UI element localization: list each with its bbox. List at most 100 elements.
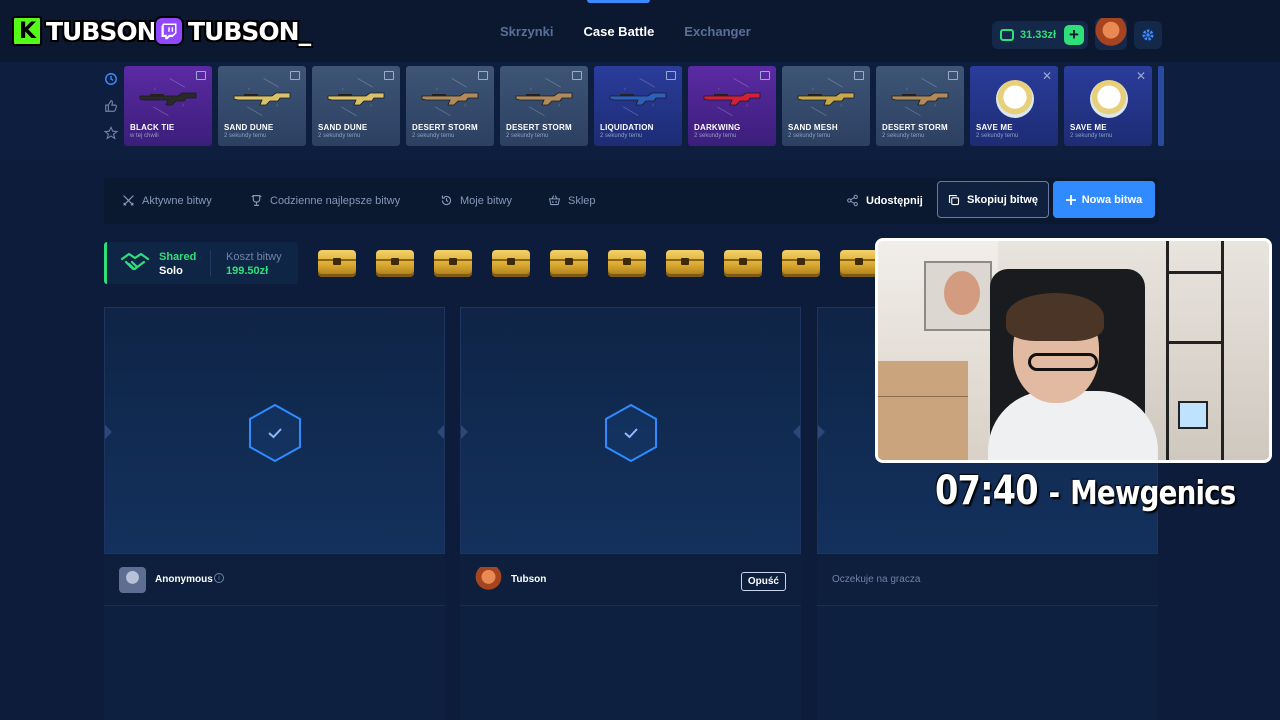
handshake-icon xyxy=(120,252,150,271)
divider xyxy=(210,250,211,276)
trophy-icon xyxy=(251,195,262,206)
plus-icon xyxy=(1065,194,1076,205)
twitch-logo-icon xyxy=(154,16,184,46)
live-drop-card[interactable]: DESERT STORM 2 sekundy temu xyxy=(406,66,494,146)
live-drop-card[interactable]: LIQUIDATION 2 sekundy temu xyxy=(594,66,682,146)
case-icon xyxy=(854,71,864,80)
live-drop-card[interactable]: BLACK TIE w tej chwili xyxy=(124,66,212,146)
wallet-balance[interactable]: 31.33zł + xyxy=(992,21,1088,49)
sticker-image xyxy=(996,80,1034,118)
drops-filter xyxy=(103,72,119,140)
live-drop-card[interactable]: SAND DUNE 2 sekundy temu xyxy=(312,66,400,146)
thumbs-up-icon[interactable] xyxy=(104,99,118,113)
avatar xyxy=(119,567,146,593)
battle-case-icon[interactable] xyxy=(492,250,530,277)
drop-time: 2 sekundy temu xyxy=(600,133,643,139)
battle-case-icon[interactable] xyxy=(840,250,878,277)
arrow-right-icon xyxy=(437,425,444,439)
tab-exchanger[interactable]: Exchanger xyxy=(684,24,750,45)
live-drop-card[interactable]: SAND DUNE 2 sekundy temu xyxy=(218,66,306,146)
tab-cases[interactable]: Skrzynki xyxy=(500,24,553,45)
drop-time: 2 sekundy temu xyxy=(318,133,361,139)
waiting-for-player: Oczekuje na gracza xyxy=(832,574,921,585)
case-icon xyxy=(196,71,206,80)
drop-item-name: SAVE ME xyxy=(1070,123,1107,132)
live-drops-track: BLACK TIE w tej chwili SAND DUNE 2 sekundy … xyxy=(124,66,1164,146)
battle-cases xyxy=(318,250,878,277)
battle-case-icon[interactable] xyxy=(434,250,472,277)
drop-time: 2 sekundy temu xyxy=(976,133,1019,139)
twitch-channel-name: TUBSON_ xyxy=(188,16,311,46)
live-drop-card[interactable]: DARKWING 2 sekundy temu xyxy=(688,66,776,146)
active-battles-link[interactable]: Aktywne bitwy xyxy=(122,194,212,207)
info-icon[interactable]: i xyxy=(214,573,224,583)
battle-case-icon[interactable] xyxy=(724,250,762,277)
webcam-overlay xyxy=(875,238,1272,463)
close-icon[interactable]: ✕ xyxy=(1042,69,1052,83)
wallet-icon xyxy=(1000,29,1014,41)
battle-case-icon[interactable] xyxy=(666,250,704,277)
case-icon xyxy=(478,71,488,80)
live-drop-card[interactable]: SAND MESH 2 sekundy temu xyxy=(782,66,870,146)
weapon-image xyxy=(327,92,385,106)
leave-battle-button[interactable]: Opuść xyxy=(740,572,786,591)
drop-item-name: SAVE ME xyxy=(976,123,1013,132)
battle-cost-value: 199.50zł xyxy=(226,265,269,277)
main-nav: Skrzynki Case Battle Exchanger xyxy=(500,0,751,45)
user-avatar[interactable] xyxy=(1095,18,1127,50)
tab-case-battle[interactable]: Case Battle xyxy=(583,0,654,45)
weapon-image xyxy=(515,92,573,106)
battle-case-icon[interactable] xyxy=(782,250,820,277)
reel-slot xyxy=(104,307,445,554)
battle-mode-info: Shared Solo Koszt bitwy 199.50zł xyxy=(104,242,298,284)
battle-case-icon[interactable] xyxy=(550,250,588,277)
share-icon xyxy=(847,194,858,207)
player-row: Anonymous i xyxy=(104,554,445,606)
settings-button[interactable] xyxy=(1134,21,1162,49)
drop-time: 2 sekundy temu xyxy=(882,133,925,139)
stream-timer-overlay: 07:40 - Mewgenics xyxy=(935,468,1236,514)
star-icon[interactable] xyxy=(103,125,119,140)
kick-channel-badge: K TUBSON xyxy=(12,13,158,49)
battle-case-icon[interactable] xyxy=(376,250,414,277)
history-icon xyxy=(441,195,452,206)
ready-check-icon xyxy=(249,403,301,463)
arrow-right-icon xyxy=(793,425,800,439)
my-battles-label: Moje bitwy xyxy=(460,194,512,207)
new-battle-button[interactable]: Nowa bitwa xyxy=(1053,181,1155,218)
my-battles-link[interactable]: Moje bitwy xyxy=(440,194,512,207)
kick-channel-name: TUBSON xyxy=(46,16,158,46)
copy-battle-button[interactable]: Skopiuj bitwę xyxy=(937,181,1049,218)
active-battles-label: Aktywne bitwy xyxy=(142,194,212,207)
weapon-image xyxy=(233,92,291,106)
player-name: Tubson xyxy=(511,574,547,585)
arrow-left-icon xyxy=(461,425,468,439)
cabinet xyxy=(878,361,968,460)
drop-time: 2 sekundy temu xyxy=(1070,133,1113,139)
case-icon xyxy=(290,71,300,80)
battle-case-icon[interactable] xyxy=(318,250,356,277)
live-drop-card[interactable]: ✕ SAVE ME 2 sekundy temu xyxy=(970,66,1058,146)
clock-icon[interactable] xyxy=(104,72,118,86)
daily-best-battles-link[interactable]: Codzienne najlepsze bitwy xyxy=(250,194,400,207)
share-button[interactable]: Udostępnij xyxy=(846,194,923,207)
player-row: Oczekuje na gracza xyxy=(817,554,1158,606)
battle-toolbar: Aktywne bitwy Codzienne najlepsze bitwy … xyxy=(104,178,1158,224)
battle-case-icon[interactable] xyxy=(608,250,646,277)
player-row: Tubson Opuść xyxy=(460,554,801,606)
add-funds-button[interactable]: + xyxy=(1064,25,1084,45)
weapon-image xyxy=(797,92,855,106)
close-icon[interactable]: ✕ xyxy=(1136,69,1146,83)
ready-check-icon xyxy=(605,403,657,463)
case-icon xyxy=(666,71,676,80)
drop-item-name: DARKWING xyxy=(694,123,741,132)
drop-item-name: LIQUIDATION xyxy=(600,123,654,132)
live-drop-card[interactable]: DESERT STORM 2 sekundy temu xyxy=(500,66,588,146)
drop-time: 2 sekundy temu xyxy=(788,133,831,139)
stream-timer: 07:40 xyxy=(935,468,1039,514)
player-column-2: Tubson Opuść xyxy=(460,307,801,720)
live-drop-card[interactable]: ✕ SAVE ME 2 sekundy temu xyxy=(1064,66,1152,146)
shop-link[interactable]: Sklep xyxy=(548,194,596,207)
live-drop-card[interactable]: DESERT STORM 2 sekundy temu xyxy=(876,66,964,146)
player-name: Anonymous xyxy=(155,574,213,585)
